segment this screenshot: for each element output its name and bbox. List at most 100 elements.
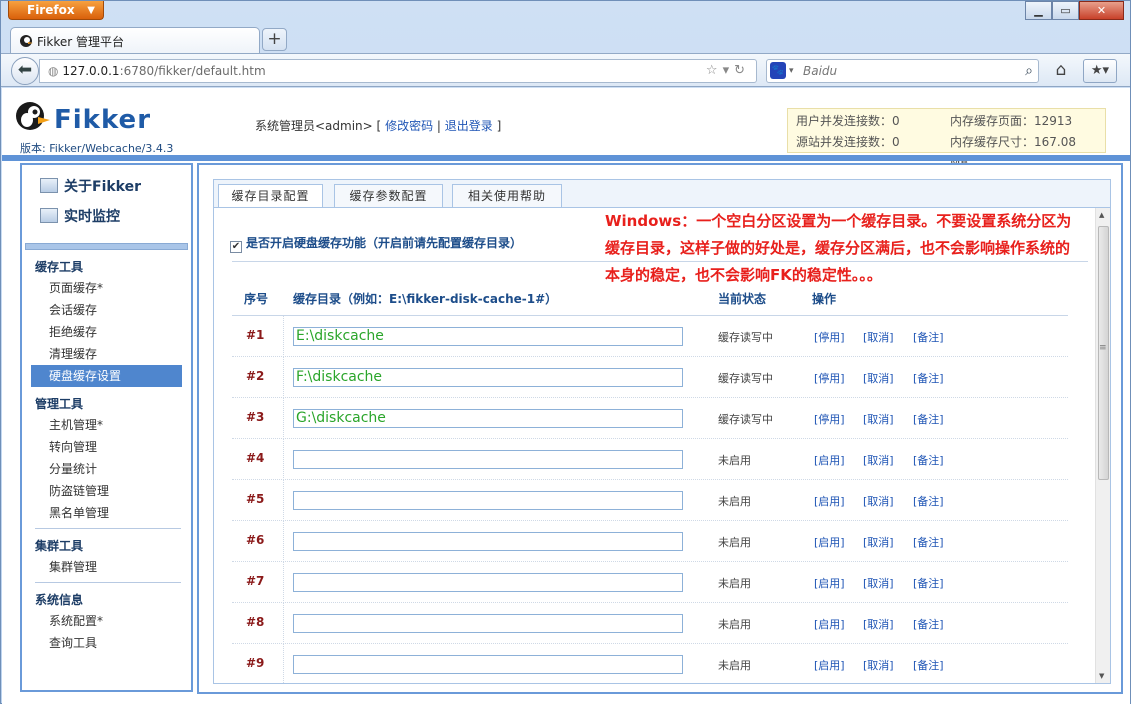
admin-bar: 系统管理员<admin> [ 修改密码 | 退出登录 ]: [255, 117, 501, 134]
sidebar-item-blacklist[interactable]: 黑名单管理: [35, 502, 182, 524]
remark-link[interactable]: [备注]: [913, 616, 944, 632]
cache-dir-input[interactable]: E:\diskcache: [293, 327, 683, 346]
toggle-link[interactable]: [停用]: [814, 370, 845, 386]
sidebar-item-disk-cache[interactable]: 硬盘缓存设置: [31, 365, 182, 387]
cancel-link[interactable]: [取消]: [863, 493, 894, 509]
remark-link[interactable]: [备注]: [913, 329, 944, 345]
sidebar-item-host[interactable]: 主机管理*: [35, 414, 182, 436]
engine-dropdown-icon[interactable]: ▾: [789, 60, 794, 82]
sidebar-separator: [35, 528, 181, 529]
cache-dir-input[interactable]: [293, 450, 683, 469]
sidebar-item-hotlink[interactable]: 防盗链管理: [35, 480, 182, 502]
row-number: #3: [246, 410, 265, 424]
remark-link[interactable]: [备注]: [913, 452, 944, 468]
tab-bar: Fikker 管理平台 +: [1, 25, 1130, 54]
cancel-link[interactable]: [取消]: [863, 452, 894, 468]
info-icon: [40, 178, 58, 193]
main-panel: 缓存目录配置 缓存参数配置 相关使用帮助 Windows：一个空白分区设置为一个…: [197, 163, 1123, 694]
remark-link[interactable]: [备注]: [913, 534, 944, 550]
sidebar-item-stats[interactable]: 分量统计: [35, 458, 182, 480]
url-actions: ☆▾↻: [706, 60, 750, 82]
address-bar[interactable]: ◍ 127.0.0.1:6780/fikker/default.htm ☆▾↻: [39, 59, 757, 83]
tab-cache-dir[interactable]: 缓存目录配置: [218, 184, 323, 208]
cache-dir-input[interactable]: [293, 655, 683, 674]
row-separator: [283, 480, 284, 521]
cache-dir-input[interactable]: [293, 573, 683, 592]
cancel-link[interactable]: [取消]: [863, 657, 894, 673]
sidebar-item-system-config[interactable]: 系统配置*: [35, 610, 182, 632]
table-row: #5 未启用 [启用] [取消] [备注]: [232, 480, 1068, 521]
back-button[interactable]: ⬅: [11, 57, 39, 85]
cache-dir-input[interactable]: [293, 614, 683, 633]
scrollbar[interactable]: ▲ ≡ ▼: [1095, 208, 1110, 683]
scroll-thumb[interactable]: [1098, 226, 1109, 480]
search-box[interactable]: 🐾 ▾ Baidu ⌕: [766, 59, 1039, 83]
cancel-link[interactable]: [取消]: [863, 411, 894, 427]
reload-icon[interactable]: ↻: [734, 63, 750, 78]
cancel-link[interactable]: [取消]: [863, 370, 894, 386]
status-panel: 用户并发连接数：0 内存缓存页面：12913 源站并发连接数：0 内存缓存尺寸：16…: [787, 108, 1106, 170]
sidebar-item-query-tool[interactable]: 查询工具: [35, 632, 182, 654]
cancel-link[interactable]: [取消]: [863, 329, 894, 345]
star-icon[interactable]: ☆: [706, 63, 723, 78]
close-window-button[interactable]: ✕: [1079, 1, 1124, 20]
row-status: 未启用: [718, 454, 751, 467]
toggle-link[interactable]: [停用]: [814, 329, 845, 345]
sidebar-group-title: 缓存工具: [35, 260, 84, 274]
sidebar-item-monitor[interactable]: 实时监控: [40, 205, 191, 235]
sidebar-item-redirect[interactable]: 转向管理: [35, 436, 182, 458]
toggle-link[interactable]: [启用]: [814, 493, 845, 509]
sidebar-item-session-cache[interactable]: 会话缓存: [35, 299, 182, 321]
sidebar-item-purge-cache[interactable]: 清理缓存: [35, 343, 182, 365]
maximize-button[interactable]: ▭: [1052, 1, 1079, 20]
sidebar-item-cluster[interactable]: 集群管理: [35, 556, 182, 578]
toggle-link[interactable]: [启用]: [814, 575, 845, 591]
remark-link[interactable]: [备注]: [913, 411, 944, 427]
toggle-link[interactable]: [停用]: [814, 411, 845, 427]
browser-window: Firefox ▼ ▁ ▭ ✕ Fikker 管理平台 + ⬅ ◍ 127.0.0…: [0, 0, 1131, 704]
logout-link[interactable]: 退出登录: [445, 119, 493, 133]
tab-strip: 缓存目录配置 缓存参数配置 相关使用帮助: [213, 179, 1111, 208]
sidebar-group-manage: 管理工具 主机管理* 转向管理 分量统计 防盗链管理 黑名单管理: [35, 395, 181, 529]
cache-dir-input[interactable]: F:\diskcache: [293, 368, 683, 387]
scroll-up-icon[interactable]: ▲: [1099, 211, 1104, 219]
row-number: #7: [246, 574, 265, 588]
sidebar-item-reject-cache[interactable]: 拒绝缓存: [35, 321, 182, 343]
toggle-link[interactable]: [启用]: [814, 616, 845, 632]
sidebar-item-about[interactable]: 关于Fikker: [40, 175, 191, 205]
browser-tab-title: Fikker 管理平台: [37, 35, 124, 49]
tab-cache-params[interactable]: 缓存参数配置: [334, 184, 443, 208]
toggle-link[interactable]: [启用]: [814, 452, 845, 468]
cancel-link[interactable]: [取消]: [863, 534, 894, 550]
sidebar: 关于Fikker 实时监控 缓存工具 页面缓存* 会话缓存 拒绝缓存 清理缓存 …: [20, 163, 193, 692]
firefox-menu-button[interactable]: Firefox ▼: [8, 1, 104, 20]
checkbox-box[interactable]: ✔: [230, 241, 242, 253]
search-icon[interactable]: ⌕: [1025, 60, 1033, 82]
remark-link[interactable]: [备注]: [913, 657, 944, 673]
dropdown-icon[interactable]: ▾: [723, 63, 735, 78]
change-password-link[interactable]: 修改密码: [385, 119, 433, 133]
toggle-link[interactable]: [启用]: [814, 534, 845, 550]
bookmarks-button[interactable]: ★▾: [1083, 59, 1117, 83]
scroll-down-icon[interactable]: ▼: [1099, 672, 1104, 680]
remark-link[interactable]: [备注]: [913, 575, 944, 591]
new-tab-button[interactable]: +: [262, 28, 287, 51]
browser-tab[interactable]: Fikker 管理平台: [10, 27, 260, 54]
home-button[interactable]: ⌂: [1050, 60, 1072, 82]
tab-help[interactable]: 相关使用帮助: [452, 184, 562, 208]
minimize-button[interactable]: ▁: [1025, 1, 1052, 20]
remark-link[interactable]: [备注]: [913, 493, 944, 509]
sidebar-item-label: 实时监控: [64, 209, 120, 225]
cache-dir-input[interactable]: [293, 491, 683, 510]
web-page: Fikker 版本: Fikker/Webcache/3.4.3 系统管理员<a…: [2, 88, 1130, 704]
cache-dir-input[interactable]: G:\diskcache: [293, 409, 683, 428]
remark-link[interactable]: [备注]: [913, 370, 944, 386]
sidebar-item-page-cache[interactable]: 页面缓存*: [35, 277, 182, 299]
baidu-engine-icon[interactable]: 🐾: [770, 62, 786, 79]
cancel-link[interactable]: [取消]: [863, 616, 894, 632]
enable-disk-cache-checkbox[interactable]: ✔ 是否开启硬盘缓存功能（开启前请先配置缓存目录）: [230, 234, 522, 253]
toggle-link[interactable]: [启用]: [814, 657, 845, 673]
cancel-link[interactable]: [取消]: [863, 575, 894, 591]
cache-dir-input[interactable]: [293, 532, 683, 551]
row-separator: [283, 603, 284, 644]
